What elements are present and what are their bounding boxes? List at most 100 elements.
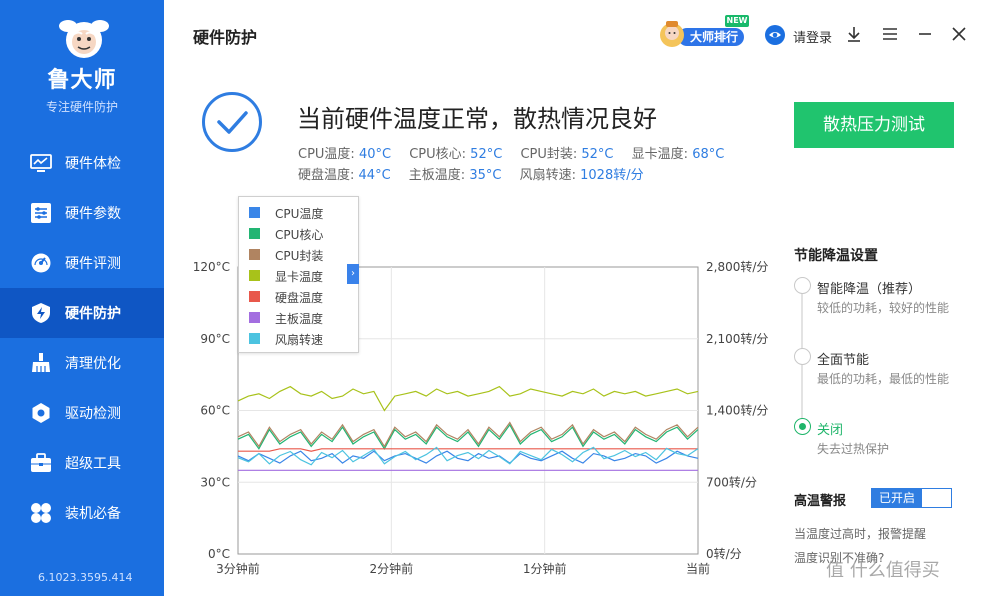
master-ranking-label: 大师排行: [678, 28, 744, 46]
x-tick-label: 1分钟前: [523, 561, 567, 576]
series-line: [237, 421, 699, 448]
fan-speed-value: 1028转/分: [580, 168, 644, 183]
master-lu-logo-icon: [59, 20, 109, 58]
legend-collapse-button[interactable]: ›: [347, 264, 359, 284]
legend-swatch: [249, 270, 260, 281]
broom-icon: [32, 353, 50, 372]
temps-row-1: CPU温度: 40°C CPU核心: 52°C CPU封装: 52°C 显卡温度…: [298, 143, 738, 162]
x-tick-label: 当前: [686, 561, 710, 576]
cpu-temp-reading: CPU温度: 40°C: [298, 143, 391, 162]
full-saving-title[interactable]: 全面节能: [817, 349, 869, 368]
sidebar-item-label: 硬件评测: [65, 256, 121, 272]
full-saving-radio[interactable]: [794, 348, 811, 365]
legend-swatch: [249, 312, 260, 323]
disk-temp-value: 44°C: [358, 168, 391, 183]
sliders-icon: [31, 203, 51, 223]
x-tick-label: 2分钟前: [370, 561, 414, 576]
gear-icon: [32, 403, 50, 423]
y-left-tick-label: 60°C: [200, 404, 230, 418]
series-line: [237, 385, 699, 412]
shield-bolt-icon: [32, 303, 50, 323]
sidebar-item-hardware-params[interactable]: 硬件参数: [0, 188, 164, 238]
logo-area: 鲁大师 专注硬件防护: [0, 0, 164, 130]
sidebar-item-driver-check[interactable]: 驱动检测: [0, 388, 164, 438]
y-right-tick-label: 700转/分: [706, 474, 757, 489]
cpu-core-value: 52°C: [470, 147, 503, 162]
temps-row-2: 硬盘温度: 44°C 主板温度: 35°C 风扇转速: 1028转/分: [298, 164, 658, 183]
speedometer-icon: [31, 253, 51, 273]
chart-legend: CPU温度 CPU核心 CPU封装 显卡温度 硬盘温度 主板温度 风扇转速: [238, 196, 359, 353]
cpu-package-label: CPU封装:: [520, 147, 578, 162]
off-radio[interactable]: [794, 418, 811, 435]
status-headline: 当前硬件温度正常，散热情况良好: [297, 105, 657, 133]
user-avatar-icon: [765, 25, 785, 45]
stress-test-button[interactable]: 散热压力测试: [794, 102, 954, 148]
cpu-core-label: CPU核心:: [409, 147, 467, 162]
y-right-tick-label: 1,400转/分: [706, 403, 768, 418]
legend-label: 风扇转速: [275, 333, 324, 347]
board-temp-value: 35°C: [469, 168, 502, 183]
fan-speed-label: 风扇转速:: [519, 168, 576, 183]
sidebar-item-hardware-checkup[interactable]: 硬件体检: [0, 138, 164, 188]
y-right-tick-label: 2,800转/分: [706, 259, 768, 274]
high-temp-alarm-toggle[interactable]: 已开启: [871, 488, 952, 508]
sidebar-item-essentials[interactable]: 装机必备: [0, 488, 164, 538]
master-ranking-button[interactable]: 大师排行 NEW: [658, 15, 749, 48]
new-badge: NEW: [725, 15, 749, 27]
series-line: [238, 448, 698, 452]
high-temp-alarm-label: 高温警报: [794, 494, 847, 509]
y-left-tick-label: 0°C: [208, 547, 230, 561]
watermark: 值 什么值得买: [826, 560, 940, 581]
y-right-tick-label: 2,100转/分: [706, 331, 768, 346]
menu-icon[interactable]: [880, 24, 900, 44]
legend-swatch: [249, 207, 260, 218]
off-title[interactable]: 关闭: [817, 419, 843, 438]
login-label: 请登录: [793, 31, 833, 46]
app-name: 鲁大师: [47, 68, 117, 93]
page-title: 硬件防护: [193, 28, 258, 47]
alarm-state-label: 已开启: [872, 489, 922, 507]
sidebar-item-label: 驱动检测: [65, 406, 121, 422]
sidebar-item-label: 硬件防护: [65, 306, 121, 322]
sidebar-item-label: 清理优化: [65, 356, 121, 372]
legend-swatch: [249, 249, 260, 260]
smart-cooling-title[interactable]: 智能降温（推荐）: [817, 278, 921, 297]
legend-swatch: [249, 333, 260, 344]
monitor-icon: [30, 154, 52, 172]
legend-swatch: [249, 291, 260, 302]
gpu-temp-value: 68°C: [692, 147, 725, 162]
sidebar-item-super-tools[interactable]: 超级工具: [0, 438, 164, 488]
smart-cooling-desc: 较低的功耗，较好的性能: [817, 301, 950, 315]
minimize-icon[interactable]: [915, 24, 935, 44]
sidebar-item-hardware-benchmark[interactable]: 硬件评测: [0, 238, 164, 288]
apps-icon: [31, 503, 51, 523]
full-saving-desc: 最低的功耗，最低的性能: [817, 372, 950, 386]
board-temp-reading: 主板温度: 35°C: [409, 164, 502, 183]
download-icon[interactable]: [844, 24, 864, 44]
smart-cooling-radio[interactable]: [794, 277, 811, 294]
sidebar-item-hardware-protection[interactable]: 硬件防护: [0, 288, 164, 338]
legend-label: CPU核心: [275, 228, 324, 242]
gpu-temp-label: 显卡温度:: [631, 147, 689, 162]
x-tick-label: 3分钟前: [216, 561, 260, 576]
toolbox-icon: [31, 453, 51, 472]
close-icon[interactable]: [949, 24, 969, 44]
app-tagline: 专注硬件防护: [45, 100, 118, 114]
sidebar-item-cleanup[interactable]: 清理优化: [0, 338, 164, 388]
off-desc: 失去过热保护: [817, 442, 890, 456]
legend-label: 主板温度: [275, 312, 324, 326]
alarm-note: 当温度过高时，报警提醒: [794, 527, 927, 541]
settings-title: 节能降温设置: [794, 248, 878, 264]
disk-temp-label: 硬盘温度:: [298, 168, 355, 183]
cpu-package-reading: CPU封装: 52°C: [520, 143, 613, 162]
disk-temp-reading: 硬盘温度: 44°C: [298, 164, 391, 183]
legend-label: 显卡温度: [275, 270, 324, 284]
gpu-temp-reading: 显卡温度: 68°C: [632, 143, 725, 162]
cpu-core-reading: CPU核心: 52°C: [409, 143, 502, 162]
sidebar-item-label: 硬件参数: [65, 206, 121, 222]
master-avatar-icon: [660, 21, 684, 47]
legend-label: CPU封装: [275, 249, 324, 263]
cpu-temp-value: 40°C: [358, 147, 392, 162]
y-left-tick-label: 120°C: [193, 260, 230, 274]
cpu-temp-label: CPU温度:: [298, 147, 355, 162]
